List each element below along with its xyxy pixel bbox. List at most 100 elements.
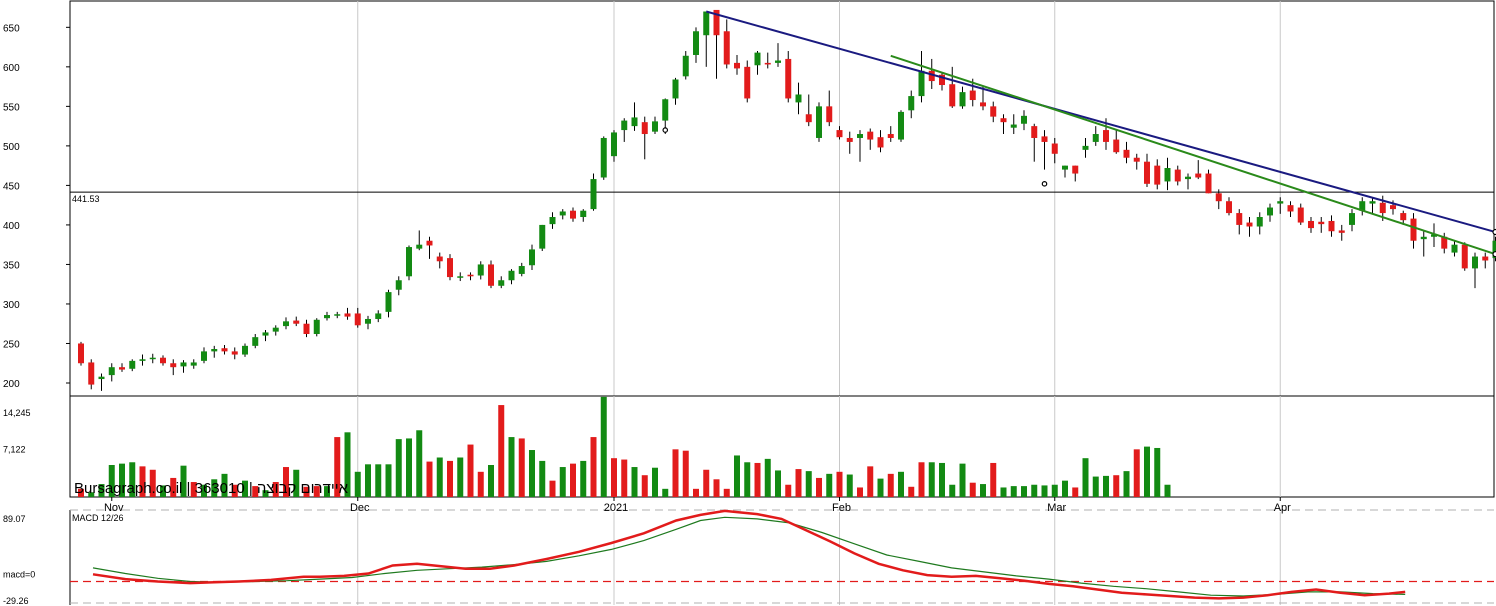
candle-down (221, 348, 228, 352)
candle-down (1000, 118, 1007, 123)
candle-down (119, 367, 125, 370)
volume-bar (1103, 475, 1109, 497)
candle-up (416, 244, 423, 249)
y-tick-label: 500 (3, 142, 20, 153)
candle-down (1133, 157, 1140, 162)
candle-up (1164, 168, 1171, 182)
candle-down (1461, 244, 1468, 269)
candle-down (160, 357, 166, 364)
candle-up (1185, 176, 1191, 180)
candle-down (426, 240, 433, 246)
candle-down (846, 137, 853, 142)
candle-up (611, 132, 617, 157)
volume-bar (672, 449, 679, 497)
volume-bar (416, 430, 423, 497)
volume-bar (826, 473, 833, 497)
candle-up (672, 79, 679, 99)
macd-title: MACD 12/26 (72, 513, 124, 523)
candle-up (180, 362, 187, 367)
candle-down (785, 58, 792, 99)
candle-down (1174, 169, 1181, 182)
candle-up (395, 280, 402, 290)
candle-down (969, 90, 976, 101)
candle-up (775, 60, 781, 63)
volume-bar (939, 462, 945, 497)
volume-bar (898, 471, 904, 497)
candle-down (1205, 173, 1212, 194)
candle-down (78, 343, 84, 364)
volume-bar (1092, 476, 1099, 497)
candle-down (734, 62, 740, 69)
candle-down (1072, 165, 1079, 174)
volume-bar (805, 471, 812, 497)
volume-bar (477, 471, 484, 497)
volume-bar (908, 486, 915, 497)
volume-bar (1154, 447, 1161, 497)
candle-up (1369, 201, 1376, 204)
candle-down (344, 313, 351, 317)
candle-up (1010, 124, 1017, 128)
volume-bar (1031, 484, 1038, 497)
candle-up (313, 319, 320, 334)
candle-down (805, 114, 812, 123)
candle-down (231, 351, 238, 355)
volume-bar (980, 484, 986, 497)
volume-bar (590, 437, 597, 497)
candle-down (887, 134, 894, 138)
volume-bar (1010, 486, 1017, 497)
x-tick-label: Dec (350, 502, 370, 514)
candle-down (1390, 205, 1396, 210)
candle-up (1277, 201, 1284, 204)
volume-bar (621, 459, 628, 497)
volume-bar (723, 488, 730, 497)
candle-up (1092, 134, 1099, 142)
volume-bar (600, 396, 607, 497)
volume-bar (518, 438, 525, 497)
volume-bar (1021, 486, 1027, 497)
volume-bar (990, 462, 997, 497)
candle-up (272, 327, 279, 332)
candle-up (385, 292, 392, 312)
candle-up (252, 337, 259, 346)
volume-bar (457, 457, 464, 497)
candle-up (129, 360, 136, 369)
candle-down (836, 130, 843, 138)
candle-down (293, 320, 300, 324)
candle-up (693, 31, 699, 55)
volume-bar (918, 462, 925, 497)
candle-up (139, 359, 146, 361)
volume-bar (1123, 471, 1130, 497)
volume-bar (713, 479, 720, 497)
volume-bar (467, 444, 474, 497)
candle-down (88, 362, 95, 385)
candle-up (908, 96, 915, 111)
volume-bar (488, 464, 494, 497)
volume-bar (744, 462, 751, 497)
volume-bar (1144, 446, 1150, 497)
candle-down (1338, 230, 1345, 233)
candle-up (201, 351, 207, 361)
volume-bar (498, 405, 505, 497)
candle-up (898, 111, 904, 140)
candle-up (375, 313, 382, 319)
candle-down (1103, 130, 1109, 142)
volume-bar (385, 464, 392, 497)
candle-up (580, 210, 587, 218)
x-tick-label: 2021 (604, 502, 628, 514)
candle-up (703, 11, 710, 36)
candle-up (539, 224, 546, 249)
candle-up (662, 99, 669, 121)
candle-up (959, 92, 966, 107)
candle-down (1400, 213, 1407, 221)
candle-up (1472, 256, 1478, 269)
volume-bar (559, 467, 566, 497)
x-tick-label: Mar (1047, 502, 1066, 514)
candle-down (641, 122, 648, 135)
candle-down (1410, 218, 1417, 241)
volume-bar (1082, 458, 1089, 497)
candle-up (795, 94, 802, 103)
candle-up (1420, 236, 1427, 240)
volume-bar (775, 470, 781, 497)
volume-bar (539, 460, 546, 497)
y-tick-label: 300 (3, 300, 20, 311)
